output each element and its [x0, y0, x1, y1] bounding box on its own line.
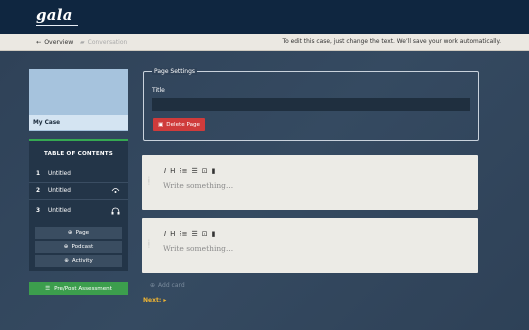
add-podcast-label: Podcast	[71, 244, 94, 250]
add-page-label: Page	[75, 230, 90, 236]
drag-handle-icon[interactable]: ⋮ ⋮	[146, 240, 152, 249]
media-icon[interactable]: ⊡	[202, 230, 208, 238]
page-settings-panel: Page Settings Title ▣ Delete Page	[143, 68, 479, 141]
toc-header: TABLE OF CONTENTS	[44, 151, 113, 157]
italic-icon[interactable]: I	[164, 230, 166, 238]
toc-item-2[interactable]: 2 Untitled	[29, 184, 128, 198]
logo-underline	[36, 25, 78, 26]
drag-handle-icon[interactable]: ⋮ ⋮	[146, 177, 152, 186]
editor-toolbar: I H ⁝≡ ☰ ⊡ ▮	[164, 230, 215, 238]
bullet-list-icon[interactable]: ☰	[191, 167, 197, 175]
title-label: Title	[152, 87, 165, 94]
delete-page-label: Delete Page	[166, 121, 200, 128]
plus-circle-icon: ⊕	[67, 230, 73, 236]
media-icon[interactable]: ⊡	[202, 167, 208, 175]
ordered-list-icon[interactable]: ⁝≡	[179, 167, 187, 175]
italic-icon[interactable]: I	[164, 167, 166, 175]
overview-label: Overview	[44, 39, 74, 46]
editor-toolbar: I H ⁝≡ ☰ ⊡ ▮	[164, 167, 215, 175]
headphones-icon	[111, 207, 120, 217]
gala-logo[interactable]: gala	[36, 6, 73, 24]
toc-item-label: Untitled	[48, 208, 71, 214]
top-navbar: gala	[0, 0, 529, 34]
plus-circle-icon: ⊕	[64, 258, 69, 264]
bookmark-icon[interactable]: ▮	[212, 230, 216, 238]
page-title-input[interactable]	[152, 98, 470, 111]
text-card-2[interactable]: ⋮ ⋮ I H ⁝≡ ☰ ⊡ ▮ Write something...	[142, 218, 478, 273]
toc-item-1[interactable]: 1 Untitled	[29, 167, 128, 181]
toc-item-label: Untitled	[48, 188, 71, 194]
trash-icon: ▣	[158, 121, 164, 128]
editor-placeholder[interactable]: Write something...	[163, 181, 233, 190]
toc-item-label: Untitled	[48, 171, 71, 177]
toc-item-3[interactable]: 3 Untitled	[29, 204, 128, 218]
back-to-overview-link[interactable]: ← Overview	[36, 39, 73, 46]
autosave-notice: To edit this case, just change the text.…	[282, 39, 501, 45]
toc-divider	[29, 182, 128, 183]
plus-circle-icon: ⊕	[150, 282, 156, 289]
page-settings-legend: Page Settings	[152, 68, 198, 75]
pre-post-assessment-button[interactable]: ☰ Pre/Post Assessment	[29, 282, 128, 295]
toc-item-number: 3	[36, 208, 41, 214]
toc-item-number: 1	[36, 171, 41, 177]
ordered-list-icon[interactable]: ⁝≡	[179, 230, 187, 238]
case-title[interactable]: My Case	[29, 115, 128, 130]
podcast-icon	[111, 187, 120, 196]
table-of-contents: TABLE OF CONTENTS 1 Untitled 2 Untitled …	[29, 141, 128, 271]
delete-page-button[interactable]: ▣ Delete Page	[153, 118, 205, 131]
conversation-link[interactable]: ▰ Conversation	[80, 39, 127, 46]
bookmark-icon[interactable]: ▮	[212, 167, 216, 175]
list-icon: ☰	[45, 285, 51, 292]
next-page-link[interactable]: Next: ▸	[143, 297, 166, 304]
comment-icon: ▰	[80, 39, 85, 46]
plus-circle-icon: ⊕	[63, 244, 69, 250]
heading-icon[interactable]: H	[170, 230, 175, 238]
heading-icon[interactable]: H	[170, 167, 175, 175]
add-activity-label: Activity	[71, 258, 93, 264]
add-podcast-button[interactable]: ⊕ Podcast	[35, 241, 122, 253]
text-card-1[interactable]: ⋮ ⋮ I H ⁝≡ ☰ ⊡ ▮ Write something...	[142, 155, 478, 210]
add-card-label: Add card	[158, 282, 185, 289]
breadcrumb-bar: ← Overview ▰ Conversation To edit this c…	[0, 34, 529, 51]
toc-divider	[29, 199, 128, 200]
conversation-label: Conversation	[87, 39, 128, 46]
arrow-left-icon: ←	[36, 39, 42, 46]
editor-placeholder[interactable]: Write something...	[163, 244, 233, 253]
bullet-list-icon[interactable]: ☰	[191, 230, 197, 238]
add-card-button[interactable]: ⊕ Add card	[150, 282, 185, 289]
assessment-label: Pre/Post Assessment	[54, 285, 112, 292]
add-page-button[interactable]: ⊕ Page	[35, 227, 122, 239]
add-activity-button[interactable]: ⊕ Activity	[35, 255, 122, 267]
toc-item-number: 2	[36, 188, 41, 194]
